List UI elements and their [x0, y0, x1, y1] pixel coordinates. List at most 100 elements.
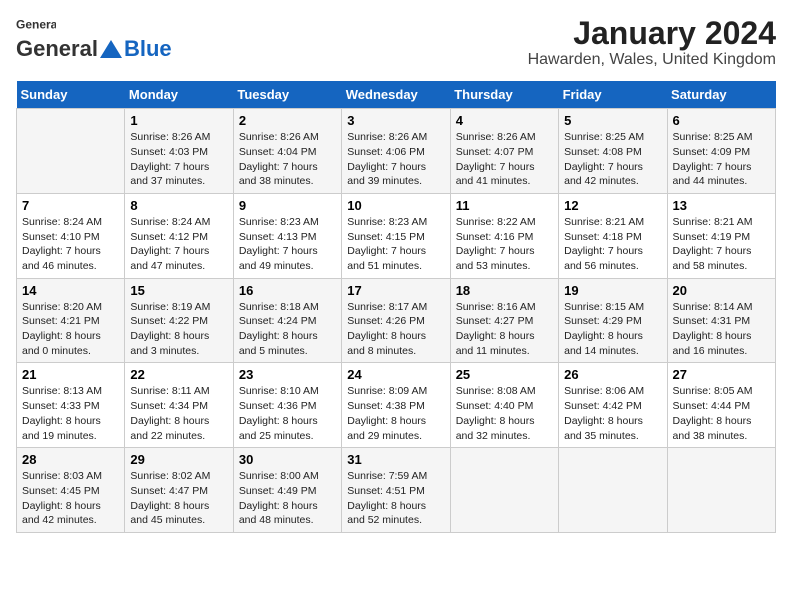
day-number: 17 — [347, 283, 444, 298]
calendar-cell: 7Sunrise: 8:24 AMSunset: 4:10 PMDaylight… — [17, 193, 125, 278]
calendar-cell: 4Sunrise: 8:26 AMSunset: 4:07 PMDaylight… — [450, 109, 558, 194]
calendar-cell: 29Sunrise: 8:02 AMSunset: 4:47 PMDayligh… — [125, 448, 233, 533]
header-saturday: Saturday — [667, 81, 775, 109]
header-tuesday: Tuesday — [233, 81, 341, 109]
svg-text:General: General — [16, 17, 56, 31]
page-header: General General Blue January 2024 Haward… — [16, 16, 776, 69]
day-info: Sunrise: 8:00 AMSunset: 4:49 PMDaylight:… — [239, 469, 336, 528]
logo-triangle-icon — [100, 38, 122, 60]
day-number: 22 — [130, 367, 227, 382]
day-number: 12 — [564, 198, 661, 213]
calendar-cell: 5 Sunrise: 8:25 AMSunset: 4:08 PMDaylight… — [559, 109, 667, 194]
calendar-cell: 9 Sunrise: 8:23 AMSunset: 4:13 PMDaylight… — [233, 193, 341, 278]
day-info: Sunrise: 8:09 AMSunset: 4:38 PMDaylight:… — [347, 384, 444, 443]
day-info: Sunrise: 8:21 AMSunset: 4:18 PMDaylight:… — [564, 215, 661, 274]
calendar-cell: 19 Sunrise: 8:15 AMSunset: 4:29 PMDayligh… — [559, 278, 667, 363]
calendar-header-row: SundayMondayTuesdayWednesdayThursdayFrid… — [17, 81, 776, 109]
calendar-cell: 24 Sunrise: 8:09 AMSunset: 4:38 PMDayligh… — [342, 363, 450, 448]
logo-blue: Blue — [124, 36, 172, 62]
day-number: 29 — [130, 452, 227, 467]
calendar-cell — [17, 109, 125, 194]
day-info: Sunrise: 8:23 AMSunset: 4:15 PMDaylight:… — [347, 215, 444, 274]
calendar-cell: 11Sunrise: 8:22 AMSunset: 4:16 PMDayligh… — [450, 193, 558, 278]
day-number: 9 — [239, 198, 336, 213]
day-info: Sunrise: 8:22 AMSunset: 4:16 PMDaylight:… — [456, 215, 553, 274]
day-number: 16 — [239, 283, 336, 298]
day-info: Sunrise: 8:18 AMSunset: 4:24 PMDaylight:… — [239, 300, 336, 359]
calendar-cell — [450, 448, 558, 533]
calendar-cell: 8 Sunrise: 8:24 AMSunset: 4:12 PMDaylight… — [125, 193, 233, 278]
calendar-cell: 27Sunrise: 8:05 AMSunset: 4:44 PMDayligh… — [667, 363, 775, 448]
day-number: 5 — [564, 113, 661, 128]
day-number: 24 — [347, 367, 444, 382]
calendar-week-row: 1 Sunrise: 8:26 AMSunset: 4:03 PMDaylight… — [17, 109, 776, 194]
day-number: 8 — [130, 198, 227, 213]
header-thursday: Thursday — [450, 81, 558, 109]
day-info: Sunrise: 8:03 AMSunset: 4:45 PMDaylight:… — [22, 469, 119, 528]
day-info: Sunrise: 8:21 AMSunset: 4:19 PMDaylight:… — [673, 215, 770, 274]
calendar-cell: 15 Sunrise: 8:19 AMSunset: 4:22 PMDayligh… — [125, 278, 233, 363]
day-number: 20 — [673, 283, 770, 298]
day-info: Sunrise: 8:13 AMSunset: 4:33 PMDaylight:… — [22, 384, 119, 443]
day-info: Sunrise: 8:26 AMSunset: 4:04 PMDaylight:… — [239, 130, 336, 189]
day-info: Sunrise: 8:14 AMSunset: 4:31 PMDaylight:… — [673, 300, 770, 359]
calendar-cell: 28 Sunrise: 8:03 AMSunset: 4:45 PMDayligh… — [17, 448, 125, 533]
logo: General General Blue — [16, 16, 172, 62]
calendar-cell: 16 Sunrise: 8:18 AMSunset: 4:24 PMDayligh… — [233, 278, 341, 363]
calendar-cell: 23Sunrise: 8:10 AMSunset: 4:36 PMDayligh… — [233, 363, 341, 448]
calendar-cell: 12 Sunrise: 8:21 AMSunset: 4:18 PMDayligh… — [559, 193, 667, 278]
day-info: Sunrise: 8:26 AMSunset: 4:03 PMDaylight:… — [130, 130, 227, 189]
day-info: Sunrise: 8:26 AMSunset: 4:06 PMDaylight:… — [347, 130, 444, 189]
day-number: 1 — [130, 113, 227, 128]
calendar-cell — [667, 448, 775, 533]
calendar-cell: 21Sunrise: 8:13 AMSunset: 4:33 PMDayligh… — [17, 363, 125, 448]
day-number: 31 — [347, 452, 444, 467]
calendar-cell: 10 Sunrise: 8:23 AMSunset: 4:15 PMDayligh… — [342, 193, 450, 278]
day-info: Sunrise: 8:25 AMSunset: 4:08 PMDaylight:… — [564, 130, 661, 189]
day-number: 19 — [564, 283, 661, 298]
calendar-cell: 31 Sunrise: 7:59 AMSunset: 4:51 PMDayligh… — [342, 448, 450, 533]
calendar-cell: 22 Sunrise: 8:11 AMSunset: 4:34 PMDayligh… — [125, 363, 233, 448]
day-info: Sunrise: 8:20 AMSunset: 4:21 PMDaylight:… — [22, 300, 119, 359]
day-info: Sunrise: 8:17 AMSunset: 4:26 PMDaylight:… — [347, 300, 444, 359]
day-number: 15 — [130, 283, 227, 298]
calendar-cell: 18 Sunrise: 8:16 AMSunset: 4:27 PMDayligh… — [450, 278, 558, 363]
logo-icon: General — [16, 16, 56, 34]
calendar-week-row: 14Sunrise: 8:20 AMSunset: 4:21 PMDayligh… — [17, 278, 776, 363]
day-info: Sunrise: 8:23 AMSunset: 4:13 PMDaylight:… — [239, 215, 336, 274]
day-info: Sunrise: 8:06 AMSunset: 4:42 PMDaylight:… — [564, 384, 661, 443]
day-info: Sunrise: 7:59 AMSunset: 4:51 PMDaylight:… — [347, 469, 444, 528]
calendar-cell: 26 Sunrise: 8:06 AMSunset: 4:42 PMDayligh… — [559, 363, 667, 448]
calendar-week-row: 28 Sunrise: 8:03 AMSunset: 4:45 PMDayligh… — [17, 448, 776, 533]
day-number: 25 — [456, 367, 553, 382]
day-info: Sunrise: 8:11 AMSunset: 4:34 PMDaylight:… — [130, 384, 227, 443]
day-number: 13 — [673, 198, 770, 213]
calendar-cell: 6Sunrise: 8:25 AMSunset: 4:09 PMDaylight… — [667, 109, 775, 194]
calendar-cell: 14Sunrise: 8:20 AMSunset: 4:21 PMDayligh… — [17, 278, 125, 363]
day-info: Sunrise: 8:05 AMSunset: 4:44 PMDaylight:… — [673, 384, 770, 443]
header-monday: Monday — [125, 81, 233, 109]
calendar-cell: 1 Sunrise: 8:26 AMSunset: 4:03 PMDaylight… — [125, 109, 233, 194]
title-block: January 2024 Hawarden, Wales, United Kin… — [528, 16, 776, 69]
day-info: Sunrise: 8:15 AMSunset: 4:29 PMDaylight:… — [564, 300, 661, 359]
day-info: Sunrise: 8:24 AMSunset: 4:12 PMDaylight:… — [130, 215, 227, 274]
day-number: 30 — [239, 452, 336, 467]
calendar-cell: 17 Sunrise: 8:17 AMSunset: 4:26 PMDayligh… — [342, 278, 450, 363]
calendar-table: SundayMondayTuesdayWednesdayThursdayFrid… — [16, 81, 776, 533]
day-info: Sunrise: 8:19 AMSunset: 4:22 PMDaylight:… — [130, 300, 227, 359]
calendar-cell: 2Sunrise: 8:26 AMSunset: 4:04 PMDaylight… — [233, 109, 341, 194]
day-number: 26 — [564, 367, 661, 382]
logo-general: General — [16, 36, 98, 62]
calendar-cell: 13 Sunrise: 8:21 AMSunset: 4:19 PMDayligh… — [667, 193, 775, 278]
calendar-week-row: 7Sunrise: 8:24 AMSunset: 4:10 PMDaylight… — [17, 193, 776, 278]
calendar-cell: 30 Sunrise: 8:00 AMSunset: 4:49 PMDayligh… — [233, 448, 341, 533]
day-info: Sunrise: 8:08 AMSunset: 4:40 PMDaylight:… — [456, 384, 553, 443]
calendar-cell — [559, 448, 667, 533]
day-number: 10 — [347, 198, 444, 213]
day-info: Sunrise: 8:26 AMSunset: 4:07 PMDaylight:… — [456, 130, 553, 189]
day-number: 18 — [456, 283, 553, 298]
page-subtitle: Hawarden, Wales, United Kingdom — [528, 51, 776, 69]
calendar-week-row: 21Sunrise: 8:13 AMSunset: 4:33 PMDayligh… — [17, 363, 776, 448]
day-info: Sunrise: 8:16 AMSunset: 4:27 PMDaylight:… — [456, 300, 553, 359]
day-number: 28 — [22, 452, 119, 467]
